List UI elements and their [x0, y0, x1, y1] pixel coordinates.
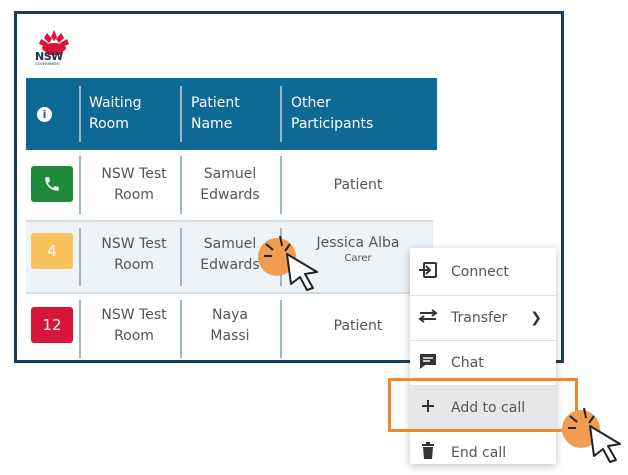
table-header: i Waiting Room Patient Name Other Partic… — [26, 78, 437, 150]
menu-item-label: Connect — [451, 264, 509, 280]
connect-icon — [418, 261, 438, 284]
column-divider — [280, 156, 282, 214]
chevron-right-icon: ❯ — [530, 310, 542, 326]
mouse-pointer-icon — [286, 253, 318, 291]
column-divider — [180, 156, 182, 214]
patient-name-cell: Samuel Edwards — [200, 166, 260, 203]
chat-icon — [418, 352, 438, 375]
waiting-room-cell: NSW Test Room — [101, 236, 167, 273]
patient-name-cell: Naya Massi — [210, 307, 250, 344]
waiting-room-cell: NSW Test Room — [101, 166, 167, 203]
menu-item-label: Chat — [451, 355, 484, 371]
phone-icon — [45, 177, 59, 191]
column-divider — [180, 300, 182, 358]
trash-icon — [418, 441, 438, 465]
menu-item-label: End call — [451, 445, 507, 461]
participant-name: Jessica Alba — [316, 234, 400, 251]
header-other-participants[interactable]: Other Participants — [291, 78, 411, 150]
menu-item-label: Transfer — [451, 310, 508, 326]
column-divider — [79, 300, 81, 358]
other-participants-cell: Patient — [333, 317, 383, 334]
column-divider — [280, 86, 282, 142]
menu-item-transfer[interactable]: Transfer ❯ — [410, 296, 556, 340]
other-participants-cell: Patient — [333, 176, 383, 193]
highlight-box — [388, 378, 578, 432]
transfer-icon — [418, 308, 438, 329]
column-divider — [280, 300, 282, 358]
column-divider — [79, 228, 81, 286]
waiting-room-cell: NSW Test Room — [101, 307, 167, 344]
header-waiting-room[interactable]: Waiting Room — [89, 78, 179, 150]
table-row[interactable]: NSW Test Room Samuel Edwards Patient — [26, 150, 433, 220]
queue-count-badge[interactable]: 4 — [31, 233, 73, 269]
header-patient-name[interactable]: Patient Name — [191, 78, 271, 150]
participant-role: Carer — [344, 252, 372, 264]
column-divider — [79, 86, 81, 142]
column-divider — [180, 86, 182, 142]
logo-subtext: GOVERNMENT — [35, 62, 61, 66]
call-status-badge[interactable] — [31, 166, 73, 202]
mouse-pointer-icon — [589, 425, 621, 463]
queue-count-badge[interactable]: 12 — [31, 307, 73, 343]
column-divider — [79, 156, 81, 214]
table-row[interactable]: 12 NSW Test Room Naya Massi Patient — [26, 294, 433, 358]
table-row-selected[interactable]: 4 NSW Test Room Samuel Edwards Jessica A… — [26, 222, 433, 292]
column-divider — [180, 228, 182, 286]
menu-item-end-call[interactable]: End call — [410, 431, 556, 475]
info-icon[interactable]: i — [37, 107, 52, 122]
menu-item-connect[interactable]: Connect — [410, 250, 556, 294]
